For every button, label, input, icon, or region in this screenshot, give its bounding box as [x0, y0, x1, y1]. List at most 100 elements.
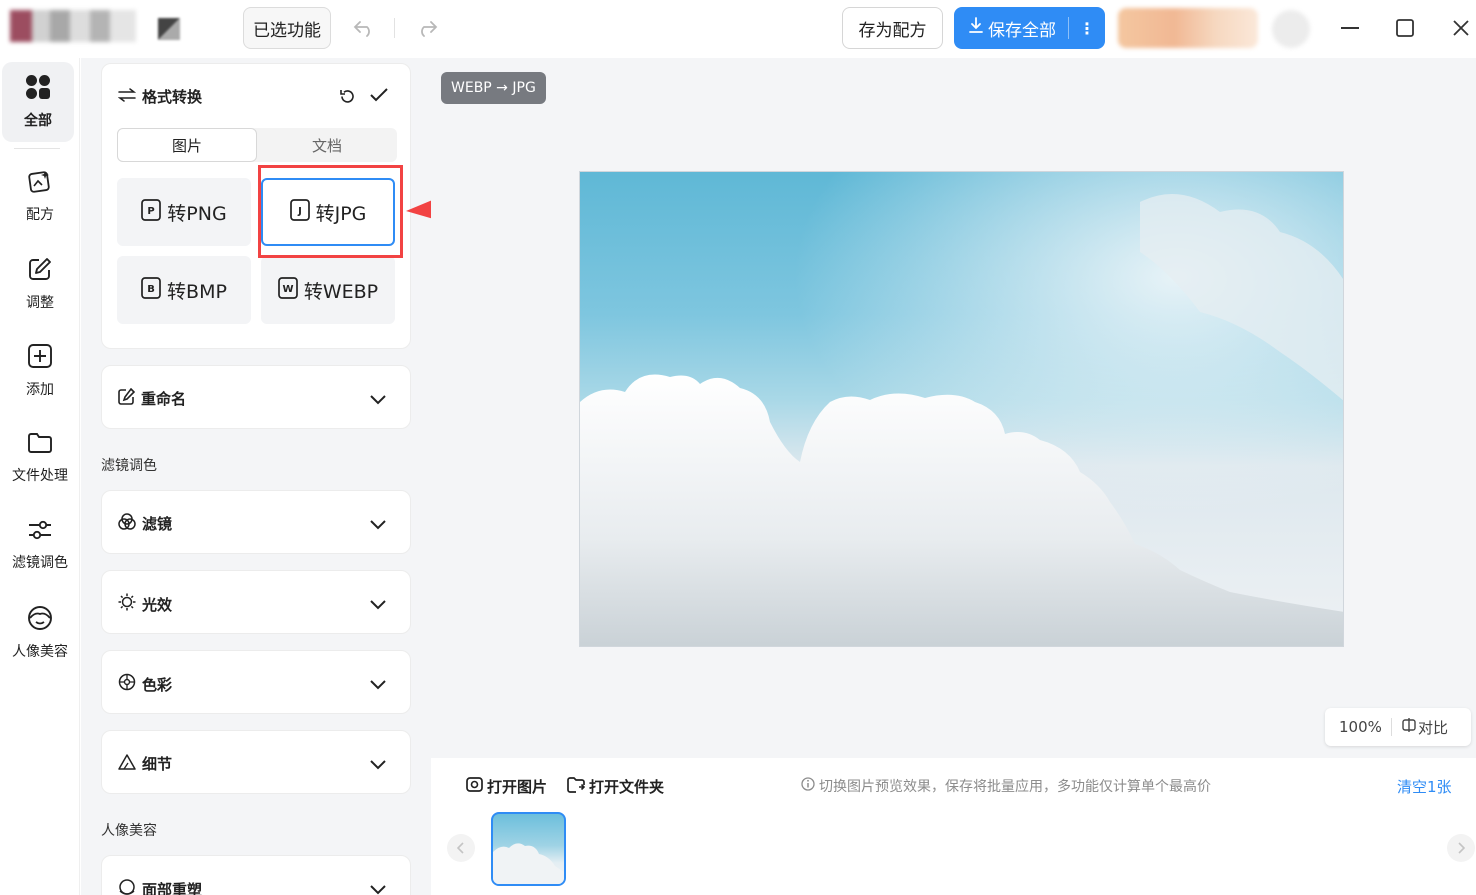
nav-item-file-processing[interactable]: 文件处理	[0, 418, 80, 498]
convert-webp-button[interactable]: W 转WEBP	[261, 256, 395, 324]
undo-icon[interactable]	[349, 14, 379, 42]
app-window: 已选功能 存为配方 保存全部 ⋮ 全部 配方 调整 添加 文件处理 滤镜调色 人…	[0, 0, 1476, 895]
nav-item-adjust[interactable]: 调整	[0, 244, 80, 324]
face-outline-icon	[118, 878, 136, 895]
svg-text:B: B	[147, 284, 155, 295]
svg-text:W: W	[282, 284, 293, 295]
minimize-icon[interactable]	[1335, 14, 1365, 42]
icon-navigation: 全部 配方 调整 添加 文件处理 滤镜调色 人像美容	[0, 58, 80, 895]
confirm-check-icon[interactable]	[369, 87, 389, 107]
open-folder-button[interactable]: 打开文件夹	[567, 776, 664, 797]
nav-label: 配方	[26, 207, 54, 223]
add-icon	[27, 343, 53, 373]
bmp-file-icon: B	[141, 276, 161, 304]
convert-webp-label: 转WEBP	[303, 280, 379, 303]
nav-item-recipe[interactable]: 配方	[0, 156, 80, 236]
face-icon	[27, 605, 53, 635]
bottom-file-strip: 打开图片 打开文件夹 切换图片预览效果，保存将批量应用，多功能仅计算单个最高价 …	[431, 758, 1476, 895]
color-section[interactable]: 色彩	[101, 650, 411, 714]
light-effect-section[interactable]: 光效	[101, 570, 411, 634]
sliders-icon	[27, 518, 53, 546]
nav-item-add[interactable]: 添加	[0, 331, 80, 411]
chevron-down-icon[interactable]	[370, 880, 386, 895]
chevron-down-icon[interactable]	[370, 755, 386, 774]
zoom-level[interactable]: 100%	[1325, 718, 1391, 736]
format-conversion-title: 格式转换	[142, 88, 203, 106]
scroll-right-icon[interactable]	[1447, 834, 1475, 862]
compare-icon	[1402, 718, 1416, 736]
chevron-down-icon[interactable]	[370, 675, 386, 694]
folder-import-icon	[567, 776, 586, 797]
save-options-menu-icon[interactable]: ⋮	[1069, 19, 1105, 38]
face-reshape-header: 面部重塑	[118, 878, 202, 895]
save-recipe-button[interactable]: 存为配方	[842, 7, 943, 49]
rename-icon	[118, 387, 136, 409]
folder-icon	[27, 431, 53, 459]
color-label: 色彩	[142, 675, 173, 694]
image-icon	[466, 776, 483, 797]
filter-label: 滤镜	[142, 515, 173, 533]
thumbnail-cloud-illustration	[493, 843, 564, 884]
app-logo-blurred	[10, 10, 136, 42]
nav-label: 人像美容	[12, 644, 68, 660]
rename-label: 重命名	[141, 390, 187, 408]
nav-divider	[14, 148, 60, 149]
save-all-button[interactable]: 保存全部 ⋮	[954, 7, 1105, 49]
format-conversion-header: 格式转换	[117, 86, 203, 107]
edit-icon	[27, 256, 53, 286]
png-file-icon: P	[141, 198, 162, 226]
image-thumbnail[interactable]	[491, 812, 566, 886]
selected-functions-button[interactable]: 已选功能	[243, 7, 331, 49]
grid-icon	[25, 74, 51, 104]
compare-label: 对比	[1418, 718, 1449, 737]
sun-icon	[118, 593, 136, 615]
nav-label: 全部	[24, 113, 52, 129]
face-reshape-section[interactable]: 面部重塑	[101, 855, 411, 895]
chevron-down-icon[interactable]	[370, 390, 386, 409]
convert-png-button[interactable]: P 转PNG	[117, 178, 251, 246]
nav-label: 文件处理	[12, 468, 68, 484]
chevron-down-icon[interactable]	[370, 595, 386, 614]
convert-png-label: 转PNG	[167, 202, 227, 225]
user-account-blurred[interactable]	[1118, 8, 1258, 48]
compare-button[interactable]: 对比	[1392, 717, 1448, 738]
filter-section[interactable]: 滤镜	[101, 490, 411, 554]
zoom-compare-controls: 100% 对比	[1325, 708, 1471, 746]
reset-icon[interactable]	[339, 88, 356, 109]
triangle-icon	[118, 753, 136, 774]
convert-bmp-button[interactable]: B 转BMP	[117, 256, 251, 324]
color-header: 色彩	[118, 673, 172, 695]
detail-section[interactable]: 细节	[101, 730, 411, 794]
open-image-label: 打开图片	[487, 778, 548, 796]
preview-image[interactable]	[579, 171, 1344, 647]
tab-image[interactable]: 图片	[117, 128, 257, 162]
nav-item-filter[interactable]: 滤镜调色	[0, 505, 80, 585]
nav-item-all[interactable]: 全部	[2, 62, 74, 142]
app-name-blurred	[158, 18, 180, 40]
close-icon[interactable]	[1446, 14, 1476, 42]
recipe-icon	[27, 168, 53, 198]
avatar[interactable]	[1272, 10, 1310, 48]
rename-section[interactable]: 重命名	[101, 365, 411, 429]
maximize-icon[interactable]	[1390, 14, 1420, 42]
detail-label: 细节	[142, 755, 173, 773]
filter-header: 滤镜	[118, 513, 172, 534]
download-icon	[968, 17, 984, 39]
save-all-label: 保存全部	[988, 20, 1056, 41]
nav-item-portrait[interactable]: 人像美容	[0, 593, 80, 673]
filter-group-title: 滤镜调色	[101, 458, 157, 474]
color-wheel-icon	[118, 673, 136, 695]
light-effect-label: 光效	[142, 595, 173, 614]
open-image-button[interactable]: 打开图片	[466, 776, 547, 797]
scroll-left-icon[interactable]	[447, 834, 475, 862]
open-folder-label: 打开文件夹	[589, 778, 665, 796]
tab-document[interactable]: 文档	[257, 128, 397, 162]
clear-images-button[interactable]: 清空1张	[1397, 776, 1452, 797]
detail-header: 细节	[118, 753, 172, 774]
nav-label: 调整	[26, 295, 54, 311]
redo-icon[interactable]	[412, 14, 442, 42]
face-reshape-label: 面部重塑	[142, 880, 203, 895]
svg-text:P: P	[148, 206, 155, 217]
chevron-down-icon[interactable]	[370, 515, 386, 534]
batch-hint: 切换图片预览效果，保存将批量应用，多功能仅计算单个最高价	[801, 776, 1211, 796]
